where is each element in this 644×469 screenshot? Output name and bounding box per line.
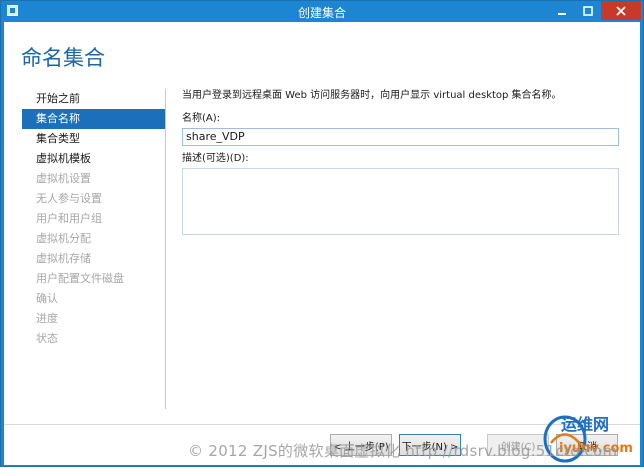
sidebar-item-collection-name[interactable]: 集合名称 [22,109,165,129]
sidebar-item-vm-template[interactable]: 虚拟机模板 [22,149,165,169]
dialog-window: 创建集合 命名集合 开始之前 集合名称 集合类型 虚拟机模板 虚拟机设置 无人参… [0,0,644,467]
watermark-text: © 2012 ZJS的微软桌面虚拟化 http://rdsrv.blog.51c… [188,442,618,460]
intro-text: 当用户登录到远程桌面 Web 访问服务器时，向用户显示 virtual desk… [182,90,562,101]
logo-main-text: 运维网 [561,415,610,434]
main-panel: 当用户登录到远程桌面 Web 访问服务器时，向用户显示 virtual desk… [182,88,622,239]
maximize-icon [583,5,593,16]
sidebar-item-vm-allocation: 虚拟机分配 [36,232,91,245]
title-bar[interactable]: 创建集合 [1,1,643,22]
sidebar-item-users-groups: 用户和用户组 [36,212,102,225]
minimize-icon [557,6,567,16]
collection-name-input[interactable] [182,127,619,146]
sidebar-item-unattended-settings: 无人参与设置 [36,192,102,205]
sidebar-item-vm-settings: 虚拟机设置 [36,172,91,185]
page-title: 命名集合 [21,46,105,70]
maximize-button[interactable] [575,1,601,20]
wizard-steps-sidebar: 开始之前 集合名称 集合类型 虚拟机模板 虚拟机设置 无人参与设置 用户和用户组… [22,89,166,409]
name-label: 名称(A): [182,113,221,124]
close-icon [616,5,626,16]
close-button[interactable] [601,1,641,20]
description-input[interactable] [182,167,619,235]
sidebar-item-progress: 进度 [36,312,58,325]
sidebar-item-user-profile-disks: 用户配置文件磁盘 [36,272,124,285]
description-label: 描述(可选)(D): [182,152,249,164]
sidebar-item-before-you-begin[interactable]: 开始之前 [22,89,165,109]
dialog-body: 命名集合 开始之前 集合名称 集合类型 虚拟机模板 虚拟机设置 无人参与设置 用… [4,22,640,465]
sidebar-item-results: 状态 [36,332,58,345]
window-title: 创建集合 [297,6,346,20]
sidebar-item-collection-type[interactable]: 集合类型 [22,129,165,149]
minimize-button[interactable] [549,1,575,20]
sidebar-item-confirmation: 确认 [36,292,58,305]
sidebar-item-vm-storage: 虚拟机存储 [36,252,91,265]
